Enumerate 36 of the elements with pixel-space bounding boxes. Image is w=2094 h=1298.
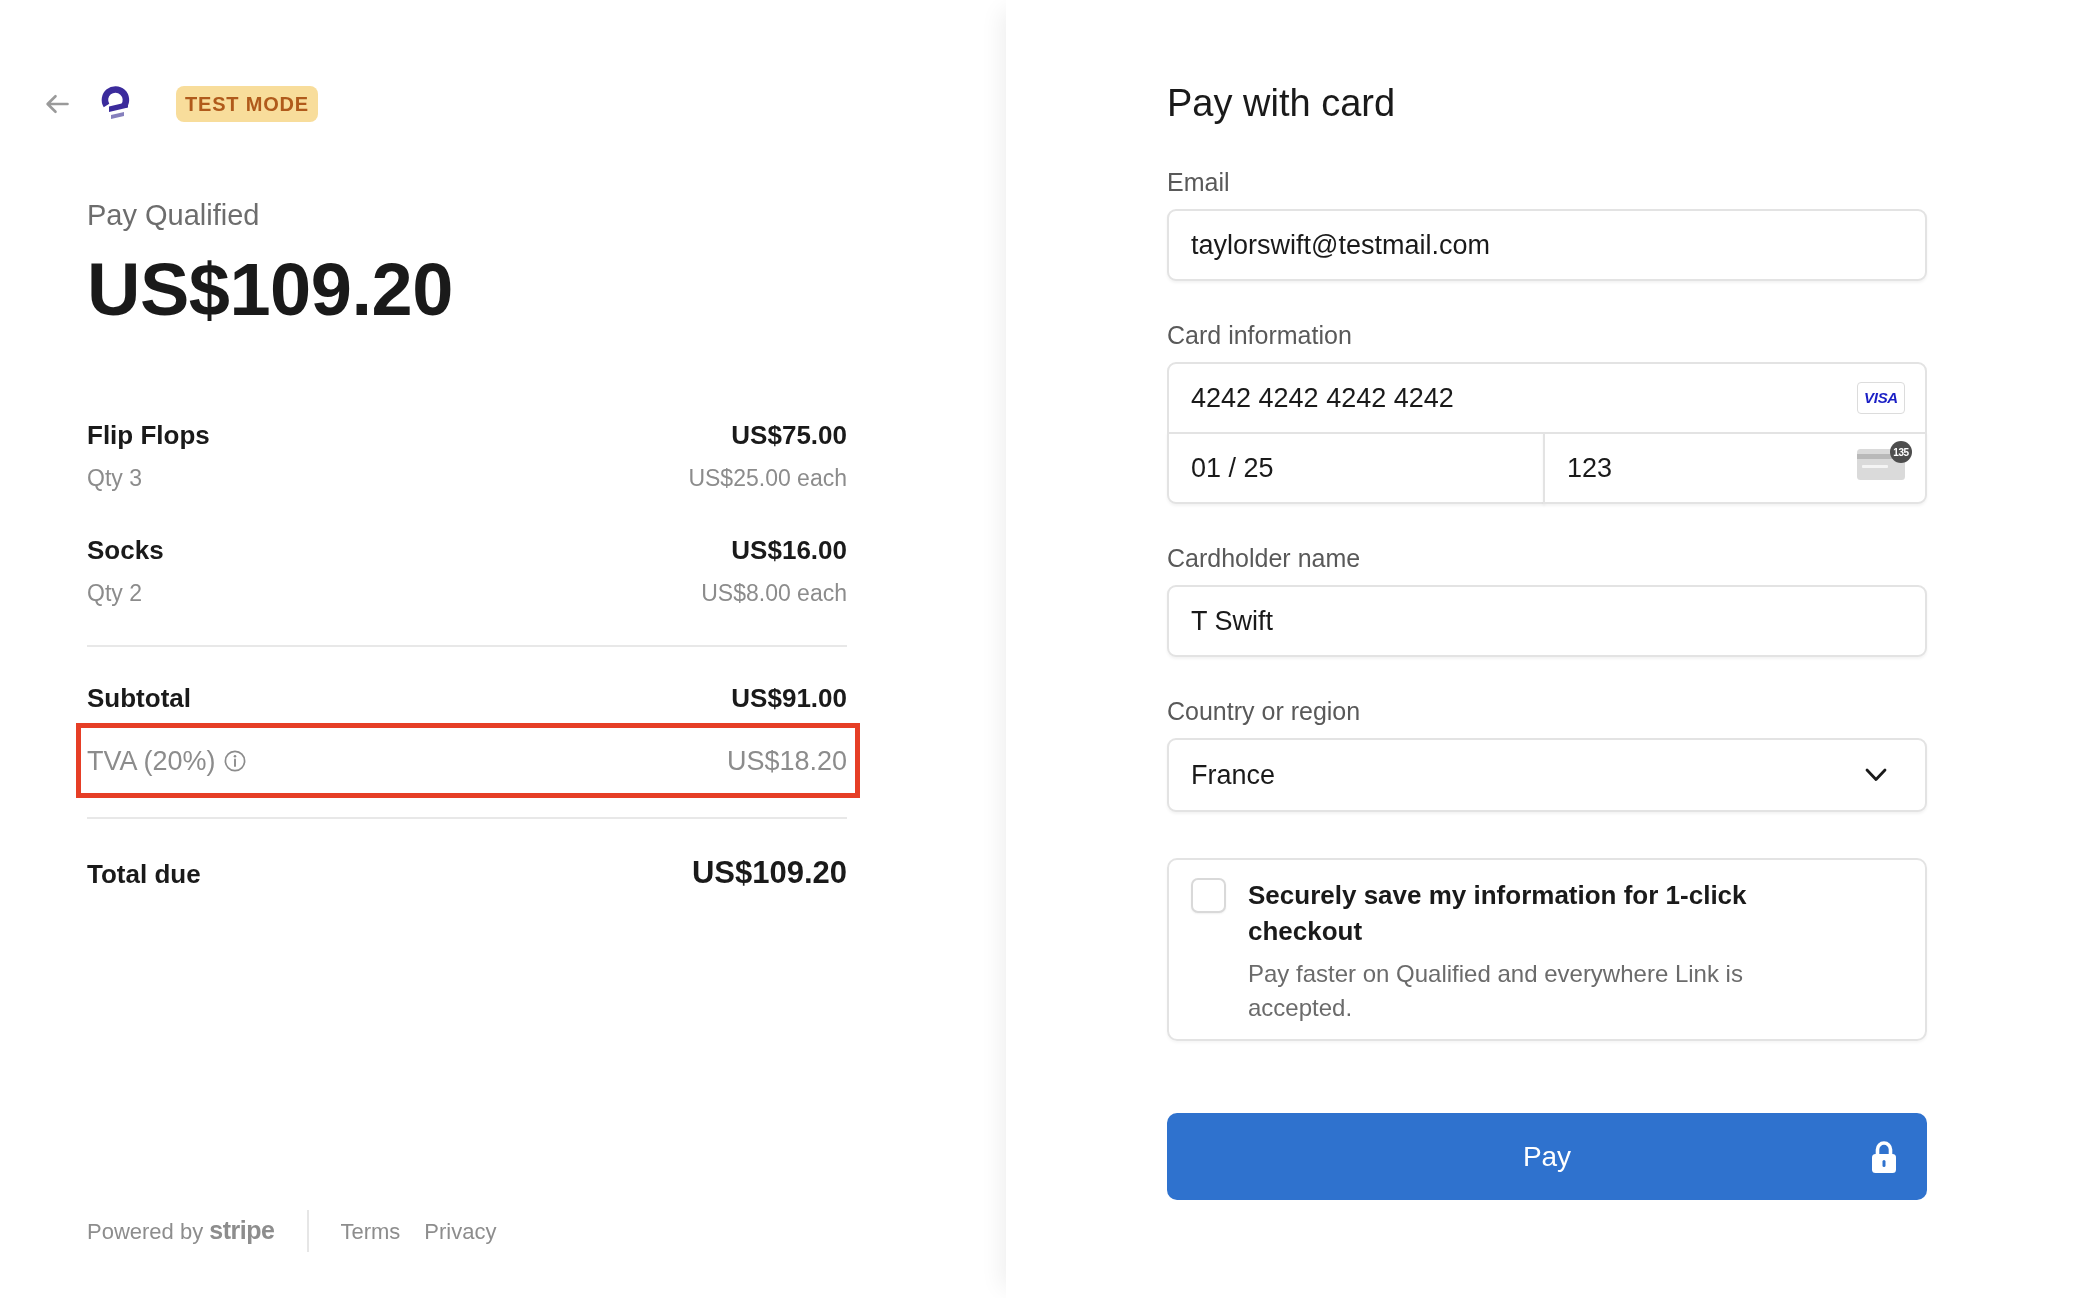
email-input[interactable]: taylorswift@testmail.com	[1167, 209, 1927, 281]
total-label: Total due	[87, 858, 201, 891]
cardholder-input[interactable]: T Swift	[1167, 585, 1927, 657]
info-icon[interactable]	[223, 749, 246, 772]
item-total: US$75.00	[731, 419, 847, 452]
field-label: Country or region	[1167, 696, 1362, 727]
tax-value: US$18.20	[726, 744, 847, 778]
expiry-input[interactable]: 01 / 25	[1167, 432, 1545, 504]
item-name: Socks	[87, 534, 164, 567]
item-total: US$16.00	[731, 534, 847, 567]
chevron-down-icon	[1865, 768, 1887, 782]
total-amount: US$109.20	[87, 249, 454, 330]
item-unit-price: US$8.00 each	[701, 579, 847, 608]
tax-label: TVA (20%)	[87, 744, 216, 778]
item-quantity: Qty 3	[87, 464, 142, 493]
save-info-checkbox[interactable]	[1191, 878, 1226, 913]
form-title: Pay with card	[1167, 81, 1397, 126]
lock-icon	[1871, 1140, 1897, 1173]
item-quantity: Qty 2	[87, 579, 142, 608]
pay-button[interactable]: Pay	[1167, 1113, 1927, 1200]
subtotal-value: US$91.00	[731, 682, 847, 715]
total-value: US$109.20	[691, 854, 847, 892]
field-label: Card information	[1167, 320, 1353, 351]
save-info-title: Securely save my information for 1-click checkout	[1248, 879, 1748, 948]
item-unit-price: US$25.00 each	[688, 464, 847, 493]
field-label: Email	[1167, 167, 1231, 198]
back-arrow-icon[interactable]	[45, 93, 69, 114]
merchant-name: Pay Qualified	[87, 198, 261, 233]
item-name: Flip Flops	[87, 419, 210, 452]
save-info-description: Pay faster on Qualified and everywhere Link is accepted.	[1248, 959, 1744, 1023]
country-select[interactable]: France	[1167, 738, 1927, 812]
card-brand-logo: VISA	[1857, 382, 1905, 414]
field-label: Cardholder name	[1167, 543, 1362, 574]
powered-by-text: Powered by stripe	[87, 1215, 275, 1247]
test-mode-badge: TEST MODE	[176, 85, 318, 122]
subtotal-label: Subtotal	[87, 682, 191, 715]
